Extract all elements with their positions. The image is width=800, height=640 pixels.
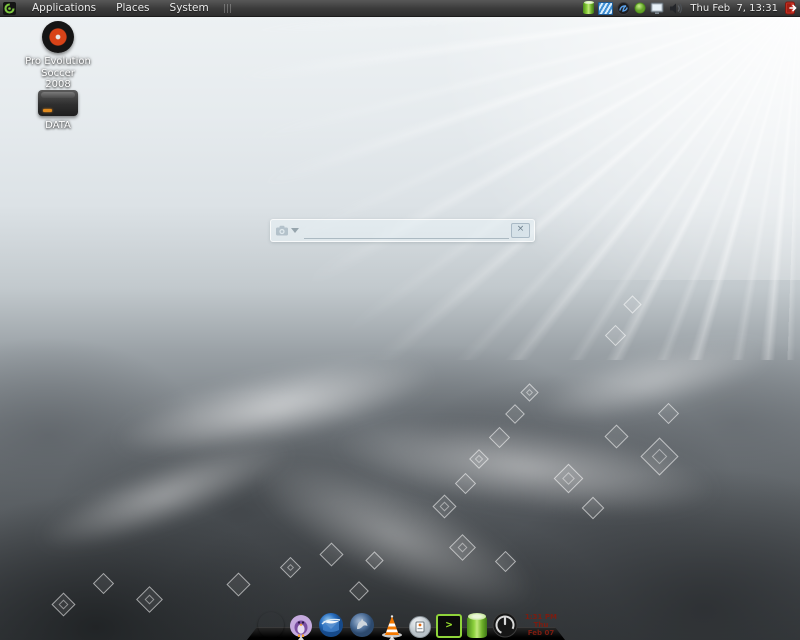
menu-system[interactable]: System bbox=[161, 1, 218, 15]
pidgin-icon[interactable] bbox=[289, 614, 313, 638]
desktop-icon-data-drive[interactable]: DATA bbox=[10, 90, 106, 132]
amarok-icon[interactable] bbox=[349, 612, 375, 638]
dock-clock[interactable]: 1:31 PM Thu Feb 07 bbox=[523, 613, 559, 638]
display-icon[interactable] bbox=[650, 2, 665, 15]
thunderbird-icon[interactable] bbox=[318, 612, 344, 638]
logout-icon[interactable] bbox=[785, 1, 798, 15]
power-button-icon[interactable] bbox=[492, 612, 518, 638]
terminal-icon[interactable]: > bbox=[436, 614, 462, 638]
desktop-icon-pes2008[interactable]: Pro Evolution Soccer 2008 bbox=[10, 21, 106, 91]
dock-clock-date: Feb 07 bbox=[523, 629, 559, 637]
camera-icon[interactable] bbox=[275, 225, 289, 236]
desktop-icon-label: DATA bbox=[10, 120, 106, 132]
desktop-search-widget: × bbox=[270, 219, 535, 242]
panel-tray: Thu Feb 7, 13:31 bbox=[583, 1, 800, 15]
striped-applet-icon[interactable] bbox=[598, 2, 613, 15]
panel-separator bbox=[224, 4, 231, 13]
panel-menubar: Applications Places System bbox=[0, 1, 231, 15]
vlc-icon[interactable] bbox=[380, 614, 404, 638]
clear-button[interactable]: × bbox=[511, 223, 530, 238]
desktop-icon-label: 2008 bbox=[10, 79, 106, 91]
menu-places[interactable]: Places bbox=[107, 1, 158, 15]
swirl-app-icon[interactable] bbox=[617, 2, 630, 15]
dock-clock-time: 1:31 PM bbox=[523, 613, 559, 621]
menu-applications[interactable]: Applications bbox=[23, 1, 105, 15]
panel-clock[interactable]: Thu Feb 7, 13:31 bbox=[687, 3, 781, 14]
desktop-screen: Applications Places System bbox=[0, 0, 800, 640]
chevron-down-icon[interactable] bbox=[291, 228, 299, 233]
top-panel: Applications Places System bbox=[0, 0, 800, 17]
search-input[interactable] bbox=[304, 222, 509, 239]
hard-drive-icon bbox=[38, 90, 78, 116]
dock: > 1:31 PM Thu Feb 07 bbox=[258, 612, 559, 638]
grey-circle-app-icon[interactable] bbox=[409, 616, 431, 638]
distro-logo-icon[interactable] bbox=[3, 2, 16, 15]
desktop-icon-label: Pro Evolution Soccer bbox=[10, 56, 106, 79]
volume-icon[interactable] bbox=[669, 2, 683, 15]
green-status-icon[interactable] bbox=[634, 2, 646, 14]
green-cylinder-icon[interactable] bbox=[583, 2, 594, 14]
vinyl-disc-icon bbox=[42, 21, 74, 53]
green-barrel-icon[interactable] bbox=[467, 616, 487, 638]
dock-clock-day: Thu bbox=[523, 621, 559, 629]
firefox-icon[interactable] bbox=[258, 612, 284, 638]
